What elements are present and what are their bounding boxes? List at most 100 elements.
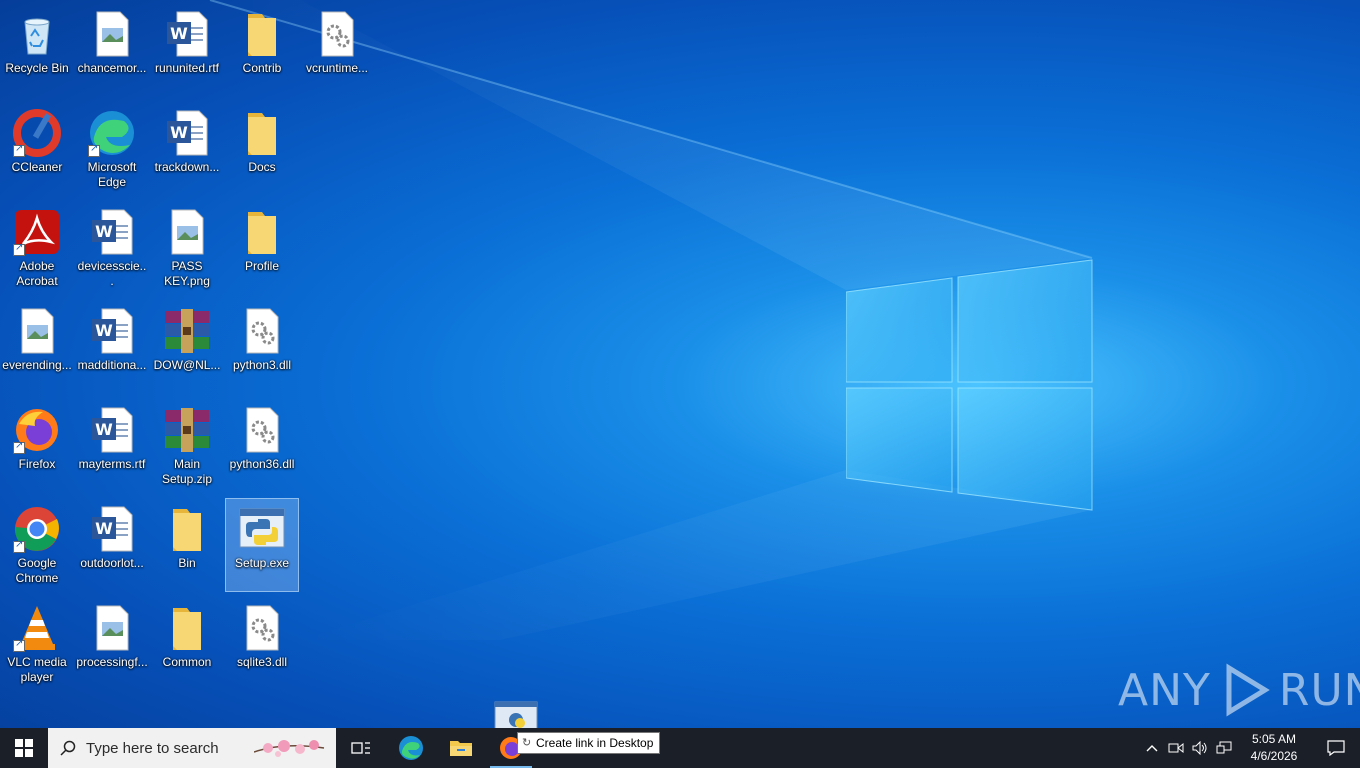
svg-text:W: W (95, 222, 113, 241)
task-view-button[interactable] (336, 728, 386, 768)
action-center-button[interactable] (1312, 728, 1360, 768)
link-arrow-icon: ↻ (522, 737, 532, 749)
play-triangle-icon (1226, 663, 1270, 717)
folder-icon (238, 10, 286, 58)
desktop-icon-contrib[interactable]: Contrib (226, 4, 298, 96)
meet-now-camera-icon[interactable] (1164, 728, 1188, 768)
watermark-text-right: RUN (1278, 664, 1360, 716)
desktop-icon-microsoft-edge[interactable]: Microsoft Edge (76, 103, 148, 195)
desktop-icon-docs[interactable]: Docs (226, 103, 298, 195)
chrome-icon (13, 505, 61, 553)
desktop-icon-label: CCleaner (11, 160, 63, 174)
desktop-icon-outdoorlot[interactable]: Woutdoorlot... (76, 499, 148, 591)
drag-tooltip: ↻ Create link in Desktop (517, 732, 661, 754)
word-doc-icon: W (88, 505, 136, 553)
search-icon (60, 740, 76, 756)
taskbar-clock[interactable]: 5:05 AM 4/6/2026 (1236, 731, 1312, 765)
desktop-icon-label: chancemor... (77, 61, 147, 75)
desktop-icon-everending[interactable]: everending... (1, 301, 73, 393)
desktop-icon-label: everending... (2, 358, 72, 372)
ccleaner-icon (13, 109, 61, 157)
taskbar-search-box[interactable]: Type here to search (48, 728, 336, 768)
dll-file-icon (238, 406, 286, 454)
winrar-icon (163, 307, 211, 355)
tooltip-text: Create link in Desktop (536, 736, 654, 750)
desktop-icon-dow-nl[interactable]: DOW@NL... (151, 301, 223, 393)
desktop-icon-firefox[interactable]: Firefox (1, 400, 73, 492)
desktop-icon-label: Google Chrome (15, 556, 59, 585)
desktop-icon-vcruntime[interactable]: vcruntime... (301, 4, 373, 96)
edge-icon (88, 109, 136, 157)
taskbar-edge-button[interactable] (386, 728, 436, 768)
desktop-icon-python36-dll[interactable]: python36.dll (226, 400, 298, 492)
desktop-icon-label: Common (162, 655, 212, 669)
desktop-icon-recycle-bin[interactable]: Recycle Bin (1, 4, 73, 96)
anyrun-watermark: ANY RUN (1118, 662, 1360, 718)
shortcut-arrow-icon (13, 143, 25, 157)
svg-text:W: W (95, 420, 113, 439)
svg-text:W: W (170, 123, 188, 142)
folder-icon (163, 505, 211, 553)
desktop-icon-label: Adobe Acrobat (16, 259, 58, 288)
desktop-icon-label: processingf... (76, 655, 148, 669)
desktop-icon-pass-key-png[interactable]: PASS KEY.png (151, 202, 223, 294)
folder-icon (238, 109, 286, 157)
desktop-icon-mayterms-rtf[interactable]: Wmayterms.rtf (76, 400, 148, 492)
desktop-icon-label: DOW@NL... (153, 358, 221, 372)
desktop-icon-main-setup-zip[interactable]: Main Setup.zip (151, 400, 223, 492)
windows-start-icon (15, 739, 33, 757)
desktop-icon-common[interactable]: Common (151, 598, 223, 690)
start-button[interactable] (0, 728, 48, 768)
desktop-icon-setup-exe[interactable]: Setup.exe (225, 498, 299, 592)
word-doc-icon: W (88, 208, 136, 256)
edge-icon (399, 736, 423, 760)
show-hidden-icons-chevron-icon[interactable] (1140, 728, 1164, 768)
desktop-icon-ccleaner[interactable]: CCleaner (1, 103, 73, 195)
image-file-icon (13, 307, 61, 355)
desktop-icon-processingf[interactable]: processingf... (76, 598, 148, 690)
desktop-icon-google-chrome[interactable]: Google Chrome (1, 499, 73, 591)
desktop-icon-label: sqlite3.dll (236, 655, 288, 669)
taskbar: Type here to search 5:05 AM 4/6/2026 (0, 728, 1360, 768)
desktop-icon-label: Docs (248, 160, 276, 174)
desktop-icon-vlc-media-player[interactable]: VLC media player (1, 598, 73, 690)
recycle-bin-icon (13, 10, 61, 58)
desktop-icon-bin[interactable]: Bin (151, 499, 223, 591)
desktop-icon-madditiona[interactable]: Wmadditiona... (76, 301, 148, 393)
desktop-icon-label: Setup.exe (234, 556, 290, 570)
desktop-icon-chancemor[interactable]: chancemor... (76, 4, 148, 96)
task-view-icon (351, 742, 370, 754)
shortcut-arrow-icon (13, 638, 25, 652)
folder-icon (163, 604, 211, 652)
word-doc-icon: W (88, 406, 136, 454)
desktop-icon-python3-dll[interactable]: python3.dll (226, 301, 298, 393)
desktop-icon-adobe-acrobat[interactable]: Adobe Acrobat (1, 202, 73, 294)
desktop-icon-sqlite3-dll[interactable]: sqlite3.dll (226, 598, 298, 690)
desktop-icon-label: outdoorlot... (80, 556, 144, 570)
desktop-icon-label: rununited.rtf (154, 61, 220, 75)
volume-icon[interactable] (1188, 728, 1212, 768)
desktop-icon-label: PASS KEY.png (164, 259, 210, 288)
svg-text:W: W (170, 24, 188, 43)
desktop-icon-label: madditiona... (77, 358, 147, 372)
python-exe-icon (238, 505, 286, 553)
desktop-icon-rununited-rtf[interactable]: Wrununited.rtf (151, 4, 223, 96)
taskbar-file-explorer-button[interactable] (436, 728, 486, 768)
svg-text:W: W (95, 519, 113, 538)
desktop-icon-label: devicesscie... (77, 259, 147, 288)
word-doc-icon: W (88, 307, 136, 355)
desktop-icon-label: trackdown... (154, 160, 220, 174)
desktop-icon-label: Firefox (18, 457, 56, 471)
network-icon[interactable] (1212, 728, 1236, 768)
acrobat-icon (13, 208, 61, 256)
clock-time: 5:05 AM (1251, 732, 1297, 746)
svg-text:W: W (95, 321, 113, 340)
desktop-icon-label: vcruntime... (305, 61, 368, 75)
desktop-icon-trackdown[interactable]: Wtrackdown... (151, 103, 223, 195)
drag-ghost-setup-icon (494, 701, 538, 731)
desktop-icon-devicesscie[interactable]: Wdevicesscie... (76, 202, 148, 294)
word-doc-icon: W (163, 109, 211, 157)
desktop-icon-profile[interactable]: Profile (226, 202, 298, 294)
windows-wallpaper-logo (846, 259, 1093, 511)
system-tray: 5:05 AM 4/6/2026 (1140, 728, 1360, 768)
